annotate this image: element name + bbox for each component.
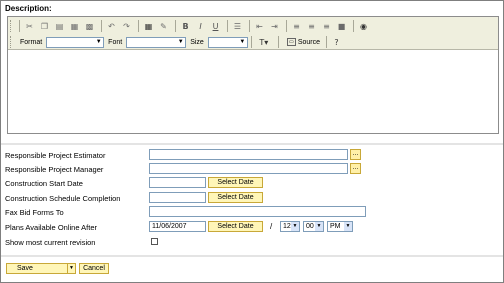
hour-select[interactable]: 12 ▼	[280, 221, 300, 232]
separator	[175, 20, 176, 32]
source-label: Source	[297, 38, 320, 46]
cancel-button[interactable]: Cancel	[79, 263, 109, 274]
estimator-row: Responsible Project Estimator	[5, 149, 105, 161]
manager-lookup-button[interactable]: ...	[350, 163, 361, 174]
completion-row: Construction Schedule Completion	[5, 192, 120, 204]
estimator-lookup-button[interactable]: ...	[350, 149, 361, 160]
minute-value: 00	[306, 223, 314, 230]
manager-row: Responsible Project Manager	[5, 163, 103, 175]
chevron-down-icon[interactable]: ▼	[67, 264, 75, 273]
save-button[interactable]: Save ▼	[6, 263, 76, 274]
time-separator: /	[270, 222, 273, 231]
toolbar-row-1: ✂ ❐ ▤ ▦ ▩ ↶ ↷ ▦ ✎ B I U ☰ ⇤ ⇥ ≡ ≡ ≡ ■ ◉	[10, 19, 372, 33]
start-date-row: Construction Start Date	[5, 177, 83, 189]
separator	[353, 20, 354, 32]
start-date-select-button[interactable]: Select Date	[208, 177, 263, 188]
separator	[101, 20, 102, 32]
redo-icon[interactable]: ↷	[120, 20, 133, 32]
chevron-down-icon: ▼	[177, 38, 184, 45]
editor-toolbar: ✂ ❐ ▤ ▦ ▩ ↶ ↷ ▦ ✎ B I U ☰ ⇤ ⇥ ≡ ≡ ≡ ■ ◉ …	[8, 17, 498, 50]
divider	[1, 255, 503, 257]
chevron-down-icon: ▼	[291, 222, 299, 231]
toolbar-grip	[10, 36, 13, 48]
ampm-select[interactable]: PM ▼	[327, 221, 353, 232]
chevron-down-icon: ▼	[315, 222, 323, 231]
remove-format-icon[interactable]: ✎	[157, 20, 170, 32]
manager-input[interactable]	[149, 163, 348, 174]
italic-button[interactable]: I	[194, 20, 207, 32]
paste-icon[interactable]: ▤	[53, 20, 66, 32]
fax-row: Fax Bid Forms To	[5, 206, 64, 218]
estimator-input[interactable]	[149, 149, 348, 160]
align-left-icon[interactable]: ≡	[290, 20, 303, 32]
source-icon: ▭	[286, 38, 296, 46]
divider	[1, 143, 503, 145]
paste-text-icon[interactable]: ▦	[68, 20, 81, 32]
size-select[interactable]: ▼	[207, 36, 248, 48]
online-date-input[interactable]: 11/06/2007	[149, 221, 206, 232]
size-label: Size	[190, 38, 204, 46]
separator	[138, 20, 139, 32]
separator	[250, 36, 252, 48]
completion-date-select-button[interactable]: Select Date	[208, 192, 263, 203]
text-color-icon[interactable]: T▾	[255, 36, 273, 48]
source-button[interactable]: ▭ Source	[284, 36, 323, 48]
toolbar-grip	[10, 20, 13, 32]
undo-icon[interactable]: ↶	[105, 20, 118, 32]
fax-label: Fax Bid Forms To	[5, 207, 64, 217]
help-icon[interactable]: ?	[330, 36, 343, 48]
font-select[interactable]: ▼	[126, 36, 187, 48]
online-label: Plans Available Online After	[5, 222, 98, 232]
hour-value: 12	[283, 223, 291, 230]
separator	[19, 20, 20, 32]
bulleted-list-icon[interactable]: ☰	[231, 20, 244, 32]
start-date-input[interactable]	[149, 177, 206, 188]
outdent-icon[interactable]: ⇤	[253, 20, 266, 32]
editor-content-area[interactable]	[8, 51, 498, 133]
toolbar-row-2: Format ▼ Font ▼ Size ▼ T▾ ▭ Source ?	[10, 35, 345, 49]
format-label: Format	[20, 38, 43, 46]
description-label: Description:	[5, 4, 52, 13]
cut-icon[interactable]: ✂	[23, 20, 36, 32]
revision-checkbox[interactable]	[151, 238, 158, 245]
fax-input[interactable]	[149, 206, 366, 217]
save-label: Save	[17, 265, 33, 272]
online-date-select-button[interactable]: Select Date	[208, 221, 263, 232]
chevron-down-icon: ▼	[95, 38, 102, 45]
separator	[326, 36, 327, 48]
separator	[249, 20, 250, 32]
manager-label: Responsible Project Manager	[5, 164, 104, 174]
chevron-down-icon: ▼	[344, 222, 352, 231]
revision-row: Show most current revision	[5, 236, 95, 248]
chevron-down-icon: ▼	[239, 38, 246, 45]
font-label: Font	[108, 38, 123, 46]
indent-icon[interactable]: ⇥	[268, 20, 281, 32]
table-icon[interactable]: ▦	[142, 20, 155, 32]
align-right-icon[interactable]: ≡	[320, 20, 333, 32]
start-date-label: Construction Start Date	[5, 178, 83, 188]
completion-label: Construction Schedule Completion	[5, 193, 121, 203]
spellcheck-icon[interactable]: ◉	[357, 20, 370, 32]
bold-button[interactable]: B	[179, 20, 192, 32]
separator	[227, 20, 228, 32]
align-center-icon[interactable]: ≡	[305, 20, 318, 32]
minute-select[interactable]: 00 ▼	[303, 221, 324, 232]
copy-icon[interactable]: ❐	[38, 20, 51, 32]
underline-button[interactable]: U	[209, 20, 222, 32]
online-row: Plans Available Online After	[5, 221, 97, 233]
completion-date-input[interactable]	[149, 192, 206, 203]
format-select[interactable]: ▼	[46, 36, 105, 48]
estimator-label: Responsible Project Estimator	[5, 150, 106, 160]
align-justify-icon[interactable]: ■	[335, 20, 348, 32]
separator	[277, 36, 279, 48]
ampm-value: PM	[330, 223, 341, 230]
separator	[286, 20, 287, 32]
revision-label: Show most current revision	[5, 237, 96, 247]
rich-text-editor: ✂ ❐ ▤ ▦ ▩ ↶ ↷ ▦ ✎ B I U ☰ ⇤ ⇥ ≡ ≡ ≡ ■ ◉ …	[7, 16, 499, 134]
paste-word-icon[interactable]: ▩	[83, 20, 96, 32]
